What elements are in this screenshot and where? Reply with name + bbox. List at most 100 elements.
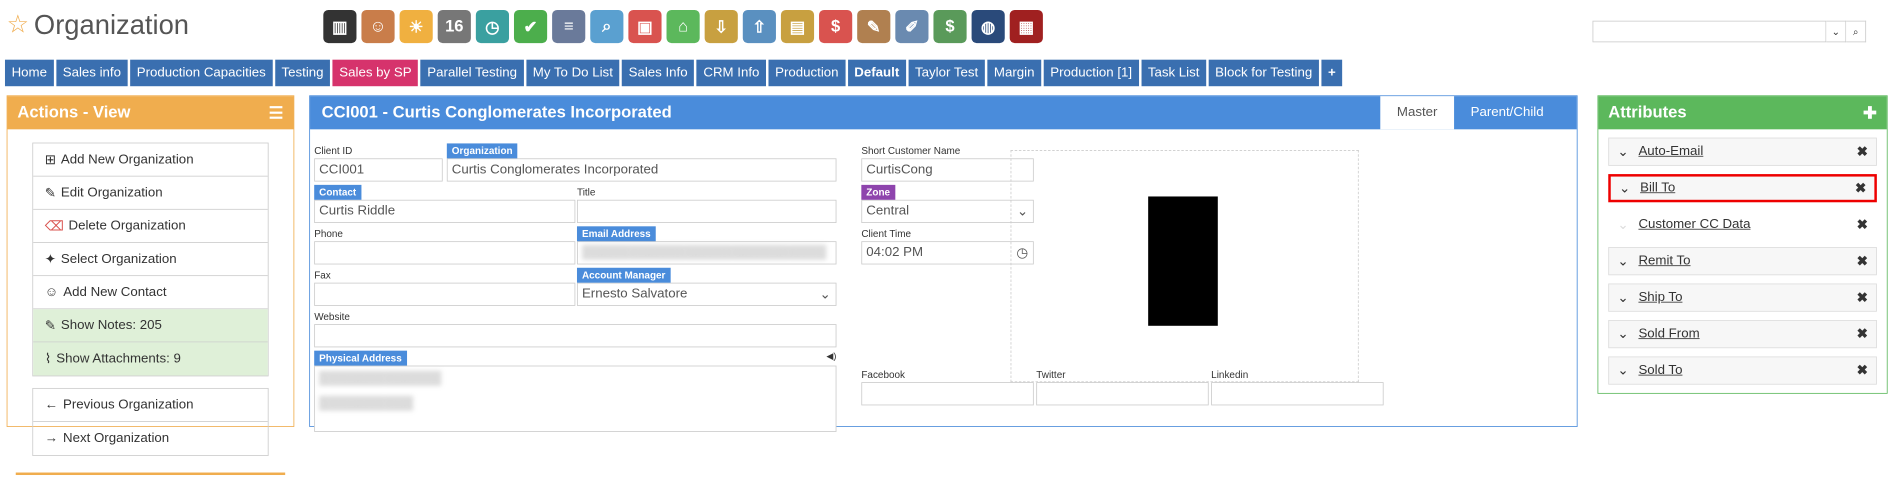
close-icon[interactable]: ✖ (1857, 253, 1868, 270)
previous-organization-button[interactable]: ← Previous Organization (33, 389, 268, 422)
edit-organization-button[interactable]: ✎ Edit Organization (33, 177, 268, 210)
zone-select[interactable]: Central ⌄ (861, 199, 1034, 224)
list-icon[interactable]: ≡ (552, 9, 586, 44)
search-input[interactable] (1592, 20, 1827, 43)
favorite-star-icon[interactable]: ☆ (7, 12, 29, 37)
tab-sales-info-2[interactable]: Sales Info (621, 59, 695, 87)
attribute-label[interactable]: Bill To (1640, 181, 1675, 196)
chevron-down-icon[interactable]: ⌄ (1619, 180, 1630, 197)
chevron-down-icon[interactable]: ⌄ (1617, 362, 1628, 379)
close-icon[interactable]: ✖ (1857, 326, 1868, 343)
add-organization-button[interactable]: ⊞ Add New Organization (33, 143, 268, 177)
calendar-icon[interactable]: 16 (437, 9, 471, 44)
form-icon[interactable]: ▤ (780, 9, 815, 44)
add-tab-button[interactable]: + (1321, 59, 1343, 87)
linkedin-input[interactable] (1211, 382, 1384, 406)
twitter-input[interactable] (1036, 382, 1209, 406)
chevron-down-icon[interactable]: ⌄ (1617, 253, 1628, 270)
email-input[interactable]: ▒▒▒▒▒▒▒▒▒▒▒▒▒▒▒▒▒▒▒▒▒▒▒▒▒▒ (576, 241, 837, 265)
tab-master[interactable]: Master (1380, 96, 1455, 130)
notes-icon[interactable]: ✎ (857, 9, 891, 44)
tab-production-1[interactable]: Production [1] (1043, 59, 1139, 87)
attribute-label[interactable]: Ship To (1638, 290, 1682, 305)
edit-icon[interactable]: ✐ (895, 9, 929, 44)
chevron-down-icon[interactable]: ⌄ (1617, 289, 1628, 306)
close-icon[interactable]: ✖ (1857, 289, 1868, 306)
client-time-input[interactable]: 04:02 PM ◷ (861, 241, 1034, 265)
tab-production[interactable]: Production (768, 59, 846, 87)
attribute-label[interactable]: Customer CC Data (1638, 217, 1750, 232)
attribute-item[interactable]: ⌄ Remit To ✖ (1608, 247, 1877, 276)
chevron-down-icon[interactable]: ⌄ (1617, 143, 1628, 160)
attribute-label[interactable]: Sold From (1638, 327, 1699, 342)
client-id-input[interactable]: CCI001 (314, 158, 443, 182)
upload-icon[interactable]: ⇧ (742, 9, 776, 44)
attribute-item[interactable]: ⌄ Sold To ✖ (1608, 356, 1877, 385)
attribute-item-highlighted[interactable]: ⌄ Bill To ✖ (1608, 174, 1877, 203)
delete-organization-button[interactable]: ⌫ Delete Organization (33, 210, 268, 243)
close-icon[interactable]: ✖ (1857, 216, 1868, 233)
hamburger-icon[interactable]: ☰ (269, 102, 284, 123)
check-icon[interactable]: ✔ (513, 9, 548, 44)
close-icon[interactable]: ✖ (1857, 362, 1868, 379)
short-name-input[interactable]: CurtisCong (861, 158, 1034, 182)
presentation-icon[interactable]: ▣ (628, 9, 662, 44)
attribute-label[interactable]: Auto-Email (1638, 144, 1703, 159)
add-contact-button[interactable]: ☺ Add New Contact (33, 276, 268, 310)
magnifier-icon[interactable]: ⌕ (590, 9, 624, 44)
website-input[interactable] (314, 324, 837, 348)
tab-my-to-do-list[interactable]: My To Do List (526, 59, 620, 87)
physical-address-input[interactable]: ▒▒▒▒▒▒▒▒▒▒▒▒▒ ▒▒▒▒▒▒▒▒▒▒ (314, 365, 837, 432)
tab-production-capacities[interactable]: Production Capacities (130, 59, 273, 87)
tab-default[interactable]: Default (847, 59, 906, 87)
tab-sales-info[interactable]: Sales info (56, 59, 128, 87)
chevron-down-icon[interactable]: ⌄ (1617, 326, 1628, 343)
weather-icon[interactable]: ☀ (399, 9, 433, 44)
title-input[interactable] (576, 199, 837, 224)
attribute-item[interactable]: ⌄ Ship To ✖ (1608, 283, 1877, 312)
tab-parent-child[interactable]: Parent/Child (1454, 96, 1560, 129)
bank-icon[interactable]: ▥ (323, 9, 357, 44)
tab-task-list[interactable]: Task List (1141, 59, 1207, 87)
money-icon[interactable]: $ (933, 9, 967, 44)
dollar-chat-icon[interactable]: $ (819, 9, 853, 44)
show-notes-button[interactable]: ✎ Show Notes: 205 (33, 309, 268, 343)
attribute-item[interactable]: ⌄ Sold From ✖ (1608, 319, 1877, 349)
close-icon[interactable]: ✖ (1855, 180, 1866, 197)
next-organization-button[interactable]: → Next Organization (33, 422, 268, 455)
tab-testing[interactable]: Testing (274, 59, 331, 87)
action-label: Select Organization (60, 251, 177, 266)
organization-input[interactable]: Curtis Conglomerates Incorporated (446, 158, 837, 182)
tab-taylor-test[interactable]: Taylor Test (908, 59, 985, 87)
chevron-down-icon[interactable]: ⌄ (1617, 216, 1628, 233)
tab-home[interactable]: Home (4, 59, 54, 87)
tab-crm-info[interactable]: CRM Info (696, 59, 767, 87)
fax-input[interactable] (314, 282, 576, 306)
search-icon[interactable]: ⌕ (1846, 20, 1867, 43)
attribute-label[interactable]: Sold To (1638, 363, 1682, 378)
building-icon[interactable]: ▦ (1009, 9, 1043, 44)
contact-input[interactable]: Curtis Riddle (314, 199, 576, 224)
basket-icon[interactable]: ⌂ (666, 9, 700, 44)
tab-block-for-testing[interactable]: Block for Testing (1208, 59, 1319, 87)
show-attachments-button[interactable]: ⌇ Show Attachments: 9 (33, 342, 268, 376)
tab-parallel-testing[interactable]: Parallel Testing (420, 59, 524, 87)
phone-input[interactable] (314, 241, 576, 265)
tab-sales-by-sp[interactable]: Sales by SP (332, 59, 419, 87)
speaker-icon[interactable]: ◀) (826, 351, 836, 366)
attribute-item[interactable]: ⌄ Auto-Email ✖ (1608, 137, 1877, 166)
add-attribute-icon[interactable]: ✚ (1863, 102, 1877, 123)
chevron-down-icon[interactable]: ⌄ (1826, 20, 1847, 43)
globe-icon[interactable]: ◍ (971, 9, 1005, 44)
clock-icon[interactable]: ◷ (475, 9, 510, 44)
tab-margin[interactable]: Margin (987, 59, 1042, 87)
attribute-item[interactable]: ⌄ Customer CC Data ✖ (1608, 210, 1877, 239)
download-icon[interactable]: ⇩ (704, 9, 738, 44)
close-icon[interactable]: ✖ (1857, 143, 1868, 160)
person-icon[interactable]: ☺ (361, 9, 395, 44)
facebook-input[interactable] (861, 382, 1034, 406)
organization-photo-area[interactable] (1010, 150, 1359, 383)
attribute-label[interactable]: Remit To (1638, 254, 1690, 269)
account-manager-select[interactable]: Ernesto Salvatore ⌄ (576, 282, 837, 306)
select-organization-button[interactable]: ✦ Select Organization (33, 243, 268, 277)
